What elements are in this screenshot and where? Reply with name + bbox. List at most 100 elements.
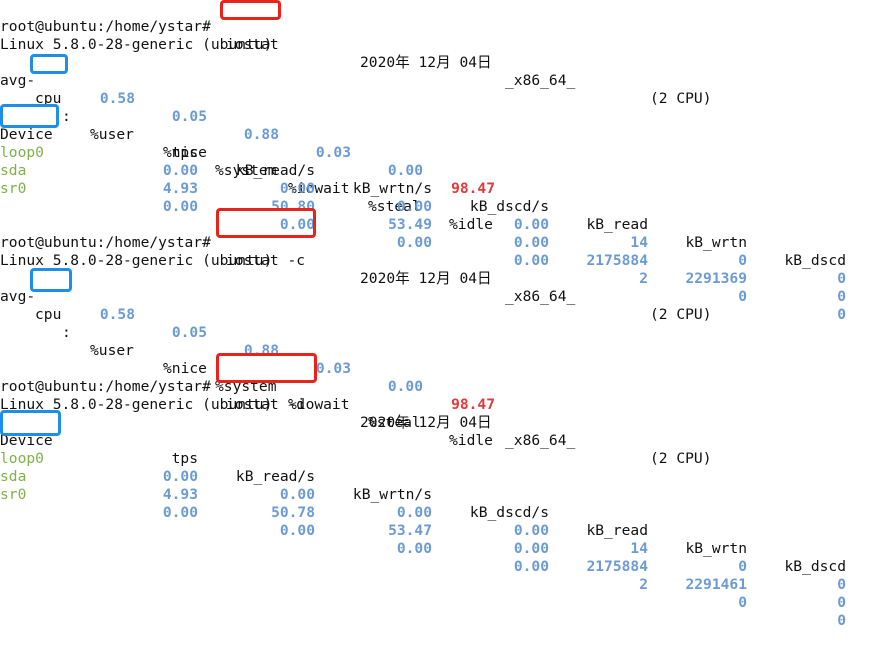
- cell-kb-read: 14: [630, 234, 648, 251]
- col-kb-wrtn-s: kB_wrtn/s: [352, 180, 432, 197]
- cell-kb-read: 2: [639, 576, 648, 593]
- col-kb-dscd-s: kB_dscd/s: [469, 198, 549, 215]
- cell-kb-wrtn: 0: [738, 594, 747, 611]
- cell-kb-wrtn-s: 0.00: [396, 540, 432, 557]
- table-row: sda 4.93 50.80 53.49 0.00 2175884 229136…: [0, 144, 846, 305]
- col-kb-read: kB_read: [586, 216, 648, 233]
- cell-kb-read: 2: [639, 270, 648, 287]
- date-info: 2020年 12月 04日: [360, 54, 492, 71]
- col-tps: tps: [171, 450, 198, 467]
- cell-tps: 0.00: [162, 162, 198, 179]
- arch-info: _x86_64_: [505, 288, 576, 305]
- terminal-window[interactable]: root@ubuntu:/home/ystar# iostat Linux 5.…: [0, 0, 891, 629]
- cell-kb-read-s: 0.00: [279, 522, 315, 539]
- cell-kb-wrtn-s: 53.49: [388, 216, 432, 233]
- cell-kb-dscd: 0: [837, 612, 846, 629]
- cell-kb-dscd-s: 0.00: [513, 252, 549, 269]
- cpu-highlight-box: [30, 54, 68, 74]
- col-kb-wrtn: kB_wrtn: [685, 540, 747, 557]
- col-kb-dscd: kB_dscd: [784, 558, 846, 575]
- val-nice: 0.05: [171, 324, 207, 341]
- val-user: 0.58: [99, 306, 135, 323]
- table-row: sr0 0.00 0.00 0.00 0.00 2 0 0: [0, 468, 846, 629]
- prompt-line-1: root@ubuntu:/home/ystar# iostat: [0, 0, 279, 53]
- cpu-values-row: 0.58 0.05 0.88 0.03 0.00 98.47: [0, 288, 495, 413]
- arch-info: _x86_64_: [505, 432, 576, 449]
- cell-kb-read-s: 50.78: [271, 504, 315, 521]
- cpu-count: (2 CPU): [650, 90, 712, 107]
- val-system: 0.88: [243, 126, 279, 143]
- table-row: loop0 0.00 0.00 0.00 0.00 14 0 0: [0, 126, 846, 287]
- cell-kb-dscd-s: 0.00: [513, 558, 549, 575]
- val-iowait: 0.03: [315, 144, 351, 161]
- col-kb-wrtn: kB_wrtn: [685, 234, 747, 251]
- cell-kb-read-s: 0.00: [279, 180, 315, 197]
- cpu-count: (2 CPU): [650, 306, 712, 323]
- command-highlight-box: [220, 0, 281, 20]
- table-row: sr0 0.00 0.00 0.00 0.00 2 0 0: [0, 162, 846, 323]
- col-kb-read-s: kB_read/s: [235, 468, 315, 485]
- cell-kb-dscd: 0: [837, 270, 846, 287]
- cell-kb-read: 2175884: [586, 558, 648, 575]
- cell-kb-dscd: 0: [837, 288, 846, 305]
- cell-kb-wrtn-s: 0.00: [396, 198, 432, 215]
- cpu-values-row: 0.58 0.05 0.88 0.03 0.00 98.47: [0, 72, 495, 197]
- cell-kb-dscd: 0: [837, 576, 846, 593]
- col-kb-read-s: kB_read/s: [235, 162, 315, 179]
- cell-kb-read: 14: [630, 540, 648, 557]
- cell-kb-wrtn-s: 0.00: [396, 504, 432, 521]
- cell-kb-wrtn-s: 53.47: [388, 522, 432, 539]
- cell-kb-dscd-s: 0.00: [513, 540, 549, 557]
- col-kb-read: kB_read: [586, 522, 648, 539]
- col-kb-dscd: kB_dscd: [784, 252, 846, 269]
- cell-kb-dscd-s: 0.00: [513, 522, 549, 539]
- val-steal: 0.00: [387, 162, 423, 179]
- sysinfo-line: Linux 5.8.0-28-generic (ubuntu) 2020年 12…: [0, 234, 712, 323]
- cell-kb-dscd: 0: [837, 594, 846, 611]
- date-info: 2020年 12月 04日: [360, 270, 492, 287]
- cell-tps: 4.93: [162, 180, 198, 197]
- col-nice: %nice: [163, 360, 207, 377]
- cpu-label-colon: :: [62, 108, 71, 125]
- cell-tps: 0.00: [162, 504, 198, 521]
- prompt-line-3: root@ubuntu:/home/ystar# iostat -d: [0, 360, 305, 413]
- sysinfo-line: Linux 5.8.0-28-generic (ubuntu) 2020年 12…: [0, 378, 712, 467]
- col-tps: tps: [171, 144, 198, 161]
- col-user: %user: [90, 126, 134, 143]
- cpu-label-colon: :: [62, 324, 71, 341]
- cell-kb-wrtn: 0: [738, 252, 747, 269]
- col-kb-dscd-s: kB_dscd/s: [469, 504, 549, 521]
- cell-kb-wrtn: 0: [738, 558, 747, 575]
- kernel-info: Linux 5.8.0-28-generic (ubuntu): [0, 36, 273, 53]
- cell-kb-read: 2175884: [586, 252, 648, 269]
- cell-kb-dscd-s: 0.00: [513, 216, 549, 233]
- cpu-count: (2 CPU): [650, 450, 712, 467]
- val-idle: 98.47: [451, 396, 495, 413]
- device-highlight-box: [0, 104, 59, 128]
- val-steal: 0.00: [387, 378, 423, 395]
- device-name: sr0: [0, 486, 27, 503]
- val-nice: 0.05: [171, 108, 207, 125]
- col-user: %user: [90, 342, 134, 359]
- table-row: loop0 0.00 0.00 0.00 0.00 14 0 0: [0, 432, 846, 593]
- cell-tps: 4.93: [162, 486, 198, 503]
- cpu-label: cpu: [35, 306, 62, 323]
- table-row: sda 4.93 50.78 53.47 0.00 2175884 229146…: [0, 450, 846, 611]
- arch-info: _x86_64_: [505, 72, 576, 89]
- cell-kb-dscd: 0: [837, 306, 846, 323]
- sysinfo-line: Linux 5.8.0-28-generic (ubuntu) 2020年 12…: [0, 18, 712, 107]
- device-name: sr0: [0, 180, 27, 197]
- cell-kb-wrtn: 2291369: [685, 270, 747, 287]
- cell-tps: 0.00: [162, 198, 198, 215]
- cell-kb-wrtn-s: 0.00: [396, 234, 432, 251]
- col-idle: %idle: [449, 432, 493, 449]
- prompt-line-2: root@ubuntu:/home/ystar# iostat -c: [0, 216, 305, 269]
- val-idle: 98.47: [451, 180, 495, 197]
- cell-kb-wrtn: 0: [738, 288, 747, 305]
- cell-tps: 0.00: [162, 468, 198, 485]
- command-highlight-box: [216, 353, 317, 383]
- cell-kb-wrtn: 2291461: [685, 576, 747, 593]
- cell-kb-read-s: 0.00: [279, 486, 315, 503]
- val-user: 0.58: [99, 90, 135, 107]
- cpu-highlight-box: [30, 268, 72, 292]
